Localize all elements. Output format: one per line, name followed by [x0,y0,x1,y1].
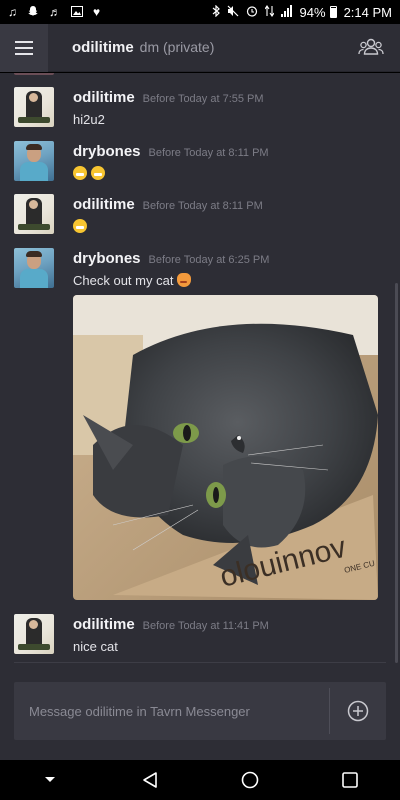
hamburger-icon [15,40,33,55]
author-name[interactable]: odilitime [73,616,135,633]
message-text: Check out my cat [73,273,195,288]
message-timestamp: Before Today at 8:11 PM [142,200,263,212]
status-right-icons: 94% 2:14 PM [212,5,392,20]
app-bar: odilitime dm (private) [0,23,400,72]
alarm-icon [246,5,258,19]
grinning-emoji [73,219,87,233]
message-author[interactable]: drybones Before Today at 6:25 PM [73,250,269,267]
avatar[interactable] [14,87,54,127]
users-icon [358,38,384,55]
message-author[interactable]: odilitime Before Today at 7:55 PM [73,89,264,106]
message-timestamp: Before Today at 11:41 PM [142,620,269,632]
back-triangle-icon [143,772,157,788]
battery-status: 94% [300,5,337,20]
grinning-emoji [91,166,105,180]
back-button[interactable] [130,760,170,800]
snapchat-icon [27,5,39,19]
home-button[interactable] [230,760,270,800]
hide-keyboard-button[interactable] [30,760,70,800]
message-item: odilitime Before Today at 8:11 PM [0,194,395,244]
message-text-content: Check out my cat [73,273,174,288]
divider [14,662,386,663]
users-button[interactable] [358,37,386,59]
page-title: odilitime [72,39,134,56]
message-item: drybones Before Today at 6:25 PM Check ou… [0,248,395,608]
message-author[interactable]: odilitime Before Today at 11:41 PM [73,616,269,633]
message-emojis [73,219,91,234]
battery-percent: 94% [299,4,326,20]
music-note-2-icon: ♬ [49,5,61,19]
battery-icon [329,6,337,18]
avatar[interactable] [14,248,54,288]
message-list[interactable]: odilitime Before Today at 7:55 PM hi2u2 d… [0,73,400,666]
message-item: drybones Before Today at 8:11 PM [0,141,395,191]
avatar[interactable] [14,614,54,654]
message-timestamp: Before Today at 7:55 PM [142,93,264,105]
message-text: nice cat [73,639,118,654]
message-timestamp: Before Today at 6:25 PM [148,254,270,266]
status-left-icons: ♫ ♬ ♥ [8,5,100,19]
mute-icon [227,5,239,19]
message-item: odilitime Before Today at 11:41 PM nice c… [0,614,395,664]
battery-fill [330,7,336,17]
image-icon [71,5,83,19]
music-note-icon: ♫ [8,5,17,19]
recents-button[interactable] [330,760,370,800]
cat-face-emoji [177,273,192,287]
status-bar: ♫ ♬ ♥ 94% 2:14 PM [0,0,400,24]
author-name[interactable]: drybones [73,250,141,267]
scrollbar[interactable] [395,283,398,663]
bluetooth-icon [212,4,220,19]
home-circle-icon [241,771,259,789]
system-nav-bar [0,760,400,800]
message-text: hi2u2 [73,112,105,127]
message-composer [14,682,386,740]
conversation-title: odilitime dm (private) [72,39,214,56]
author-name[interactable]: odilitime [73,89,135,106]
avatar[interactable] [14,141,54,181]
conversation-type: dm (private) [139,39,215,55]
grinning-emoji [73,166,87,180]
message-item: odilitime Before Today at 7:55 PM hi2u2 [0,87,395,137]
add-attachment-button[interactable] [330,682,386,740]
menu-button[interactable] [0,23,48,72]
previous-message-fragment [14,73,54,75]
heart-icon: ♥ [93,5,101,19]
composer-area [0,666,400,760]
chevron-down-icon [45,777,55,782]
author-name[interactable]: drybones [73,143,141,160]
data-icon [264,5,275,19]
message-input[interactable] [14,682,329,740]
avatar[interactable] [14,194,54,234]
cat-photo-drawing: olouinnov ONE CU [73,295,378,600]
author-name[interactable]: odilitime [73,196,135,213]
clock: 2:14 PM [343,4,392,20]
signal-icon [280,5,293,19]
recents-square-icon [342,772,358,788]
cat-photo-image[interactable]: olouinnov ONE CU [73,295,378,600]
plus-circle-icon [347,700,369,722]
message-author[interactable]: odilitime Before Today at 8:11 PM [73,196,263,213]
message-author[interactable]: drybones Before Today at 8:11 PM [73,143,269,160]
message-emojis [73,166,109,181]
message-timestamp: Before Today at 8:11 PM [148,147,269,159]
